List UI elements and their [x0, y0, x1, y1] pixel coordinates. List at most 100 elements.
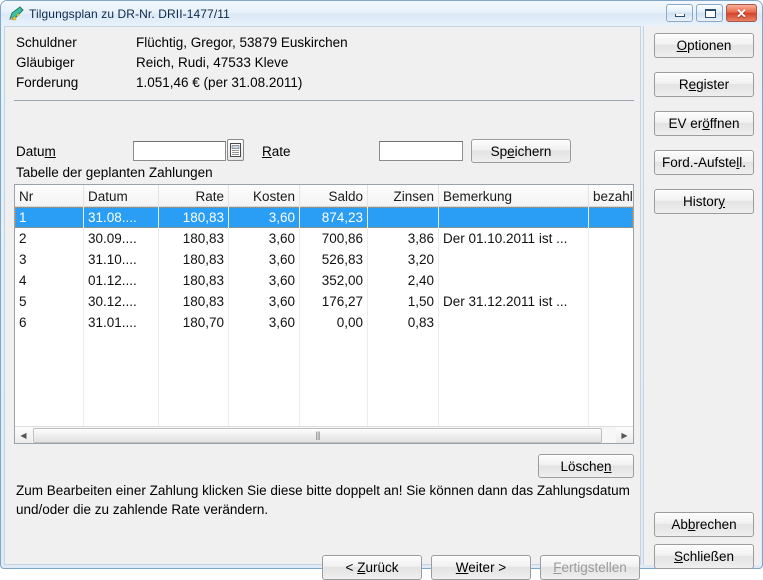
column-header-saldo[interactable]: Saldo: [300, 185, 368, 207]
cell-bemerkung: Der 01.10.2011 ist ...: [439, 228, 589, 249]
column-header-nr[interactable]: Nr: [15, 185, 84, 207]
column-header-bemerkung[interactable]: Bemerkung: [439, 185, 589, 207]
label-glaeubiger: Gläubiger: [16, 55, 75, 70]
scroll-left-icon[interactable]: ◀: [15, 427, 32, 444]
cell-zinsen: 3,86: [368, 228, 439, 249]
cell-kosten: 3,60: [229, 291, 300, 312]
scroll-thumb[interactable]: |||: [33, 428, 602, 443]
empty-cell: [229, 396, 300, 417]
cell-datum: 31.10....: [84, 249, 159, 270]
empty-cell: [589, 354, 634, 375]
cell-kosten: 3,60: [229, 207, 300, 228]
maximize-button[interactable]: [696, 4, 723, 22]
payments-table[interactable]: NrDatumRateKostenSaldoZinsenBemerkungbez…: [14, 184, 634, 444]
abbrechen-button[interactable]: Abbrechen: [654, 512, 754, 537]
value-forderung: 1.051,46 € (per 31.08.2011): [136, 75, 302, 90]
empty-cell: [84, 375, 159, 396]
column-header-kosten[interactable]: Kosten: [229, 185, 300, 207]
cell-bezahlt: [589, 291, 634, 312]
table-row[interactable]: 631.01....180,703,600,000,83: [15, 312, 633, 333]
horizontal-scrollbar[interactable]: ◀ ||| ▶: [15, 426, 633, 443]
close-icon: ✕: [727, 5, 756, 21]
empty-cell: [159, 396, 229, 417]
dialog-window: Tilgungsplan zu DR-Nr. DRII-1477/11 ✕ Sc…: [0, 0, 763, 569]
loeschen-button[interactable]: Löschen: [538, 454, 634, 478]
sidebar-item-ford-aufstell[interactable]: Ford.-Aufstell.: [654, 150, 754, 175]
scroll-track[interactable]: |||: [32, 427, 616, 444]
window-title: Tilgungsplan zu DR-Nr. DRII-1477/11: [29, 7, 230, 21]
cell-kosten: 3,60: [229, 270, 300, 291]
sidebar-item-ev-eroeffnen[interactable]: EV eröffnen: [654, 111, 754, 136]
cell-nr: 4: [15, 270, 84, 291]
cell-rate: 180,70: [159, 312, 229, 333]
empty-cell: [300, 375, 368, 396]
empty-cell: [159, 375, 229, 396]
cell-bemerkung: [439, 270, 589, 291]
empty-cell: [15, 354, 84, 375]
window-controls: ✕: [666, 4, 757, 22]
cell-datum: 31.01....: [84, 312, 159, 333]
table-row[interactable]: 131.08....180,833,60874,23: [15, 207, 633, 228]
empty-cell: [15, 375, 84, 396]
close-button[interactable]: ✕: [726, 4, 757, 22]
empty-cell: [229, 375, 300, 396]
empty-cell: [300, 396, 368, 417]
minimize-icon: [675, 14, 685, 17]
cell-nr: 3: [15, 249, 84, 270]
empty-cell: [84, 396, 159, 417]
column-header-datum[interactable]: Datum: [84, 185, 159, 207]
cell-bemerkung: [439, 207, 589, 228]
empty-cell: [300, 333, 368, 354]
cell-bezahlt: [589, 249, 634, 270]
cell-datum: 30.12....: [84, 291, 159, 312]
cell-saldo: 0,00: [300, 312, 368, 333]
cell-rate: 180,83: [159, 249, 229, 270]
calendar-spin-icon[interactable]: [227, 139, 244, 161]
cell-saldo: 176,27: [300, 291, 368, 312]
sidebar-item-register[interactable]: Register: [654, 72, 754, 97]
cell-zinsen: 1,50: [368, 291, 439, 312]
divider-top: [14, 100, 634, 101]
cell-saldo: 874,23: [300, 207, 368, 228]
scroll-right-icon[interactable]: ▶: [616, 427, 633, 444]
label-forderung: Forderung: [16, 75, 78, 90]
empty-cell: [439, 396, 589, 417]
cell-zinsen: [368, 207, 439, 228]
minimize-button[interactable]: [666, 4, 693, 22]
table-empty-row: [15, 333, 633, 354]
table-row[interactable]: 230.09....180,833,60700,863,86Der 01.10.…: [15, 228, 633, 249]
empty-cell: [439, 375, 589, 396]
rate-label: Rate: [262, 144, 291, 159]
column-header-bezahlt[interactable]: bezahlt: [589, 185, 634, 207]
schliessen-button[interactable]: Schließen: [654, 544, 754, 569]
empty-cell: [159, 333, 229, 354]
value-glaeubiger: Reich, Rudi, 47533 Kleve: [136, 55, 288, 70]
empty-cell: [229, 354, 300, 375]
rate-input[interactable]: [379, 141, 463, 161]
empty-cell: [439, 333, 589, 354]
cell-bemerkung: [439, 312, 589, 333]
table-row[interactable]: 530.12....180,833,60176,271,50Der 31.12.…: [15, 291, 633, 312]
table-row[interactable]: 331.10....180,833,60526,833,20: [15, 249, 633, 270]
zurueck-button[interactable]: < Zurück: [322, 555, 422, 580]
sidebar: Optionen Register EV eröffnen Ford.-Aufs…: [643, 26, 761, 565]
sidebar-item-optionen[interactable]: Optionen: [654, 33, 754, 58]
cell-rate: 180,83: [159, 207, 229, 228]
cell-zinsen: 2,40: [368, 270, 439, 291]
empty-cell: [439, 354, 589, 375]
value-schuldner: Flüchtig, Gregor, 53879 Euskirchen: [136, 35, 348, 50]
cell-datum: 01.12....: [84, 270, 159, 291]
cell-saldo: 526,83: [300, 249, 368, 270]
cell-nr: 1: [15, 207, 84, 228]
empty-cell: [300, 354, 368, 375]
cell-bezahlt: [589, 207, 634, 228]
speichern-button[interactable]: Speichern: [471, 139, 571, 163]
table-row[interactable]: 401.12....180,833,60352,002,40: [15, 270, 633, 291]
column-header-rate[interactable]: Rate: [159, 185, 229, 207]
maximize-icon: [705, 9, 716, 18]
sidebar-item-history[interactable]: History: [654, 189, 754, 214]
weiter-button[interactable]: Weiter >: [431, 555, 531, 580]
column-header-zinsen[interactable]: Zinsen: [368, 185, 439, 207]
empty-cell: [589, 333, 634, 354]
datum-input[interactable]: [133, 141, 226, 161]
